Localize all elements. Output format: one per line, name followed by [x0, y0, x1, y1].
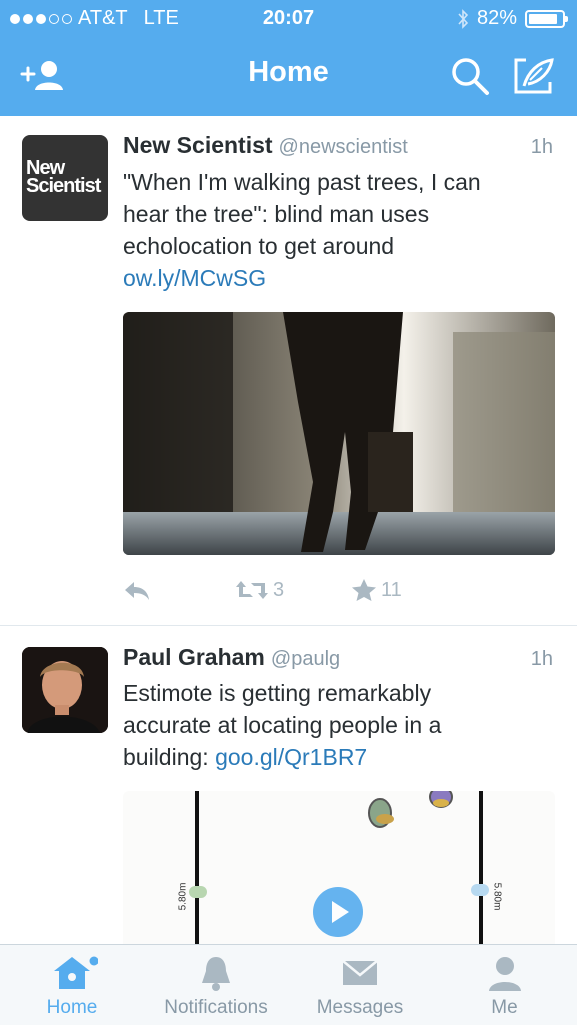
bluetooth-icon — [458, 8, 469, 29]
author-name: New Scientist — [123, 132, 273, 158]
reply-icon — [125, 582, 149, 600]
tab-label: Home — [46, 997, 98, 1018]
author-handle: @newscientist — [278, 136, 408, 158]
play-button[interactable] — [313, 887, 363, 937]
tweet-text: Estimote is getting remarkably accurate … — [123, 677, 513, 773]
tab-label: Me — [491, 997, 518, 1018]
search-button[interactable] — [448, 54, 500, 98]
star-icon — [352, 579, 376, 601]
tweet[interactable]: Paul Graham @paulg 1h Estimote is getting… — [0, 626, 577, 944]
author-name: Paul Graham — [123, 644, 265, 670]
person-marker-icon — [429, 791, 453, 808]
compose-icon — [514, 58, 554, 94]
favorite-button[interactable]: 11 — [351, 578, 402, 602]
battery-percent: 82% — [476, 7, 517, 29]
distance-label-left: 5.80m — [177, 882, 189, 911]
retweet-icon — [236, 581, 268, 599]
wall-line-left — [195, 791, 199, 944]
search-icon — [452, 58, 489, 95]
avatar[interactable]: New Scientist — [22, 135, 108, 221]
tab-label: Notifications — [164, 997, 268, 1018]
beacon-marker — [189, 886, 207, 898]
bell-icon — [202, 957, 230, 991]
avatar[interactable] — [22, 647, 108, 733]
tab-messages[interactable]: Messages — [288, 945, 432, 1025]
wall-line-right — [479, 791, 483, 944]
tweet-body: "When I'm walking past trees, I can hear… — [123, 169, 481, 259]
nav-bar: Home — [0, 36, 577, 116]
compose-button[interactable] — [512, 54, 564, 98]
play-icon — [332, 901, 349, 923]
tweet-link[interactable]: ow.ly/MCwSG — [123, 265, 266, 291]
tweet-text: "When I'm walking past trees, I can hear… — [123, 166, 533, 294]
distance-label-right: 5.80m — [491, 882, 503, 911]
tweet-photo[interactable] — [123, 312, 555, 555]
person-icon — [488, 957, 521, 991]
tweet-time: 1h — [530, 136, 553, 158]
tweet[interactable]: New Scientist New Scientist @newscientist… — [0, 116, 577, 626]
avatar-logo-text: New Scientist — [26, 158, 101, 197]
tweet-link[interactable]: goo.gl/Qr1BR7 — [215, 744, 367, 770]
home-icon — [54, 956, 98, 989]
tab-label: Messages — [316, 997, 404, 1018]
tweet-video[interactable]: 5.80m 5.80m — [123, 791, 555, 944]
tweet-time: 1h — [530, 648, 553, 670]
author-handle: @paulg — [270, 648, 341, 670]
avatar-photo — [22, 647, 108, 733]
avatar-text-line-2: Scientist — [26, 175, 101, 197]
tweet-author[interactable]: Paul Graham @paulg — [123, 644, 340, 671]
envelope-icon — [342, 960, 378, 985]
status-bar: AT&T LTE 20:07 82% — [0, 0, 577, 36]
tweet-actions: 3 11 — [123, 578, 402, 602]
tab-home[interactable]: Home — [0, 945, 144, 1025]
photo-street-image — [123, 312, 555, 555]
retweet-button[interactable]: 3 — [235, 579, 351, 602]
retweet-count: 3 — [273, 578, 285, 601]
person-marker-icon — [368, 798, 394, 828]
tweet-author[interactable]: New Scientist @newscientist — [123, 132, 408, 159]
battery-icon — [525, 9, 568, 28]
reply-button[interactable] — [123, 579, 235, 601]
tab-me[interactable]: Me — [432, 945, 577, 1025]
tab-notifications[interactable]: Notifications — [144, 945, 288, 1025]
favorite-count: 11 — [381, 578, 402, 601]
tab-bar: Home Notifications Messages Me — [0, 944, 577, 1025]
beacon-marker — [471, 884, 489, 896]
